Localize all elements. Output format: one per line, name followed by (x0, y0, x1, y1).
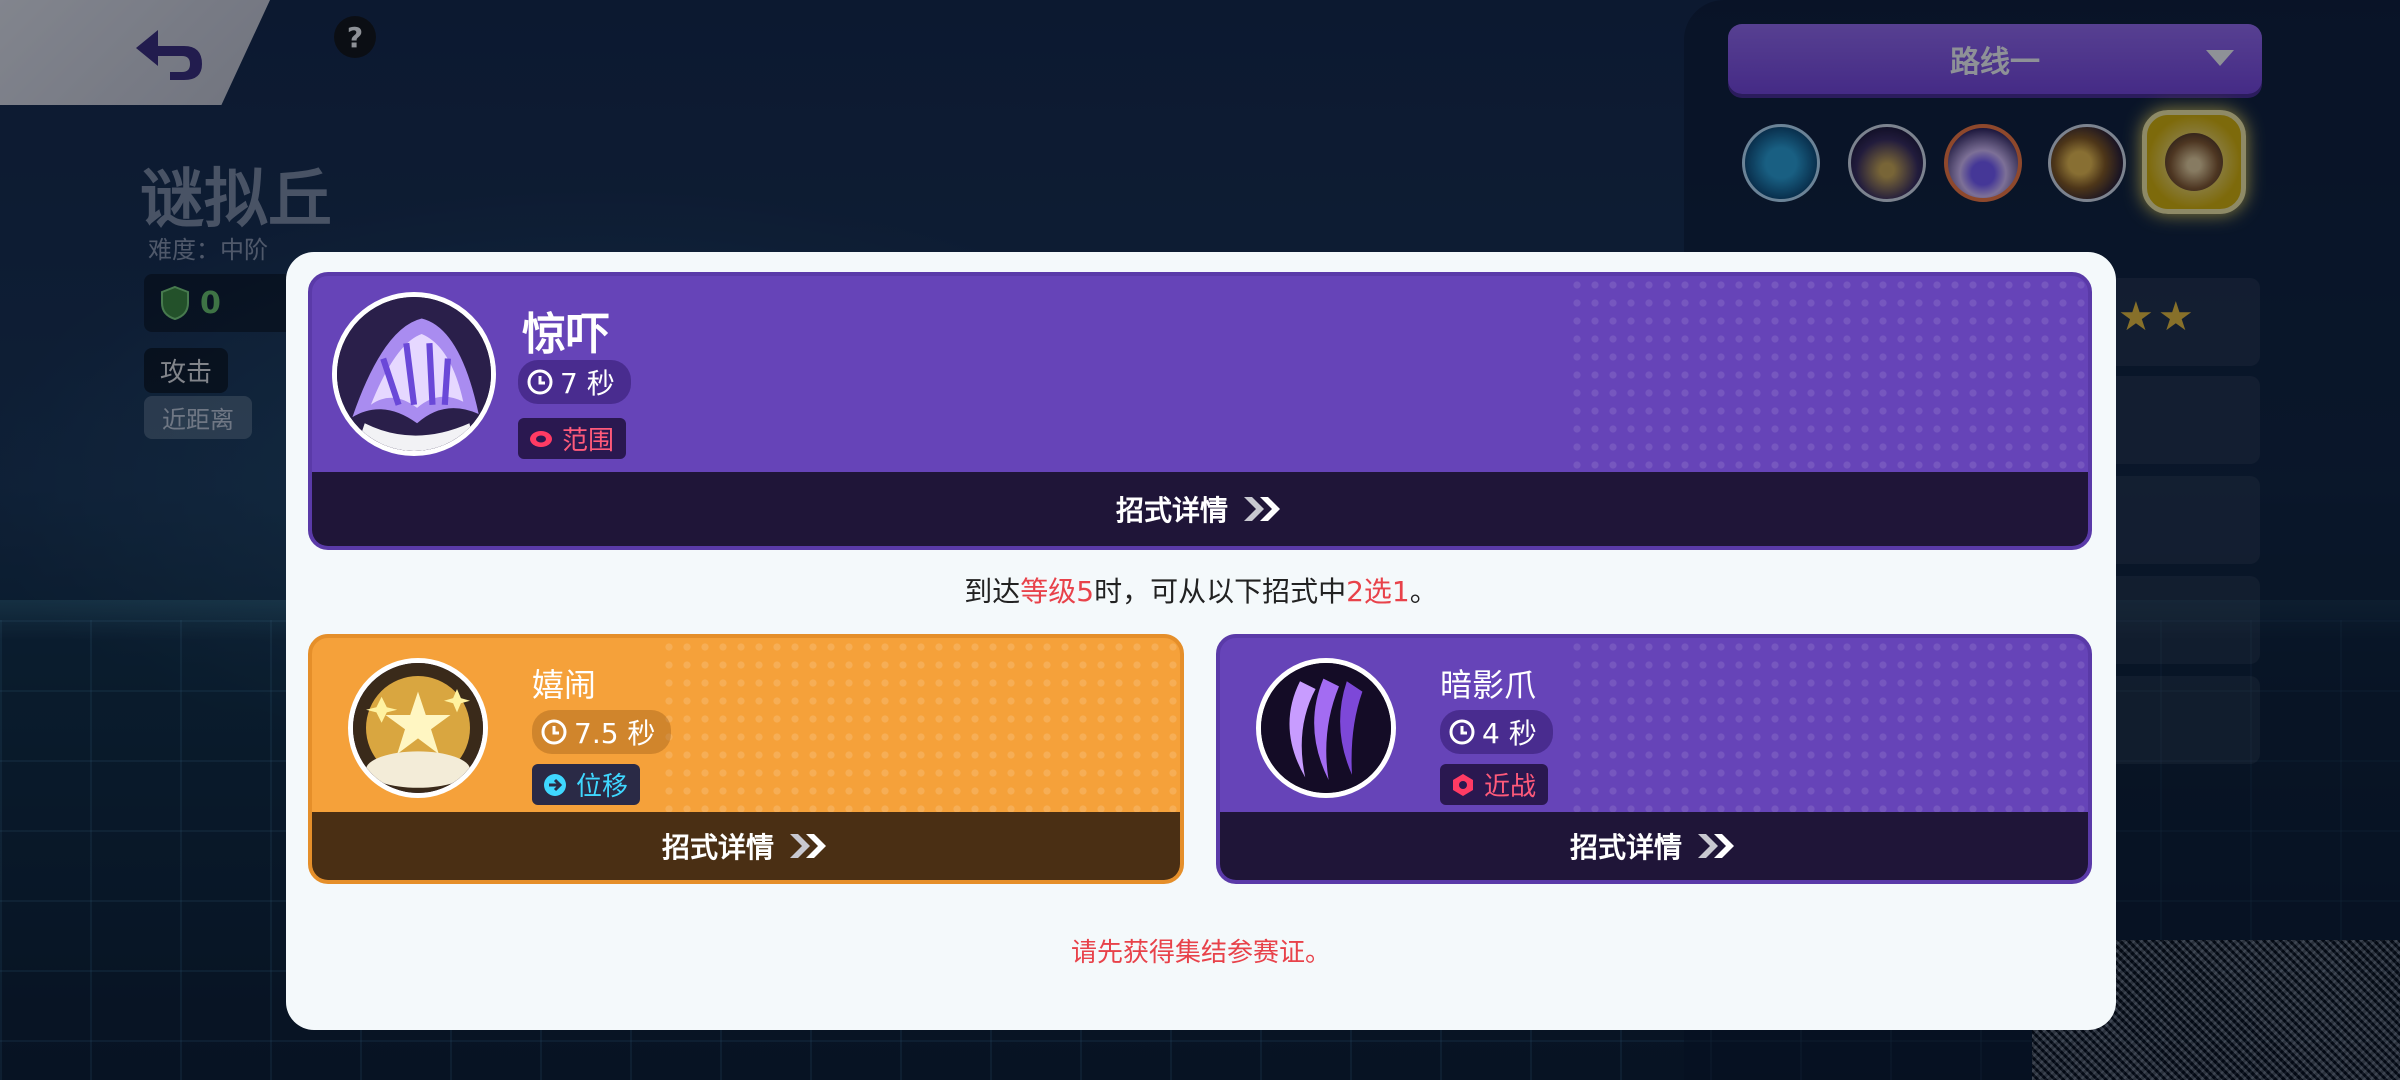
mobility-icon (544, 773, 566, 796)
clock-icon (541, 719, 567, 745)
option-move-2-details-button[interactable]: 招式详情 (1220, 812, 2088, 880)
level-info-level: 等级5 (1020, 575, 1095, 608)
level-info-choice: 2选1 (1346, 575, 1410, 608)
double-chevron-icon (1698, 834, 1734, 858)
option-move-1-details-label: 招式详情 (661, 831, 774, 864)
clock-icon (1449, 719, 1475, 745)
unite-license-warning: 请先获得集结参赛证。 (1070, 938, 1331, 968)
option-move-2-name: 暗影爪 (1440, 666, 1537, 704)
play-rough-move-icon (348, 658, 488, 798)
option-move-1-details-button[interactable]: 招式详情 (312, 812, 1180, 880)
double-chevron-icon (790, 834, 826, 858)
level-info-suffix: 。 (1409, 575, 1438, 608)
option-move-1-cooldown: 7.5 秒 (532, 710, 672, 754)
option-move-1-type: 位移 (576, 772, 629, 802)
main-move-cooldown: 7 秒 (518, 360, 631, 404)
melee-icon (1453, 773, 1473, 796)
clock-icon (527, 369, 553, 395)
shadow-claw-move-icon (1256, 658, 1396, 798)
option-move-2-cooldown-value: 4 秒 (1482, 717, 1537, 750)
area-icon (530, 430, 552, 447)
move-selection-modal: 惊吓 7 秒 范围 招式详情 到达等级5时，可从以下招式中2选1。 嬉闹 7.5… (286, 252, 2116, 1030)
main-move-card[interactable]: 惊吓 7 秒 范围 招式详情 (308, 272, 2092, 550)
main-move-details-label: 招式详情 (1115, 494, 1228, 527)
option-move-2-type-tag: 近战 (1440, 764, 1549, 805)
main-move-type: 范围 (562, 426, 615, 456)
level-info-text: 到达等级5时，可从以下招式中2选1。 (286, 570, 2116, 610)
option-move-card-1[interactable]: 嬉闹 7.5 秒 位移 招式详情 (308, 634, 1184, 884)
main-move-type-tag: 范围 (518, 418, 627, 459)
level-info-middle: 时，可从以下招式中 (1094, 575, 1347, 608)
main-move-cooldown-value: 7 秒 (560, 367, 615, 400)
option-move-card-2[interactable]: 暗影爪 4 秒 近战 招式详情 (1216, 634, 2092, 884)
option-move-2-type: 近战 (1484, 772, 1537, 802)
option-move-2-cooldown: 4 秒 (1440, 710, 1553, 754)
main-move-details-button[interactable]: 招式详情 (312, 472, 2088, 546)
option-move-1-cooldown-value: 7.5 秒 (574, 717, 656, 750)
scare-move-icon (332, 292, 496, 456)
option-move-1-name: 嬉闹 (532, 666, 597, 704)
option-move-2-details-label: 招式详情 (1569, 831, 1682, 864)
double-chevron-icon (1244, 497, 1280, 521)
option-move-1-type-tag: 位移 (532, 764, 641, 805)
level-info-prefix: 到达 (964, 575, 1021, 608)
main-move-name: 惊吓 (522, 309, 610, 360)
